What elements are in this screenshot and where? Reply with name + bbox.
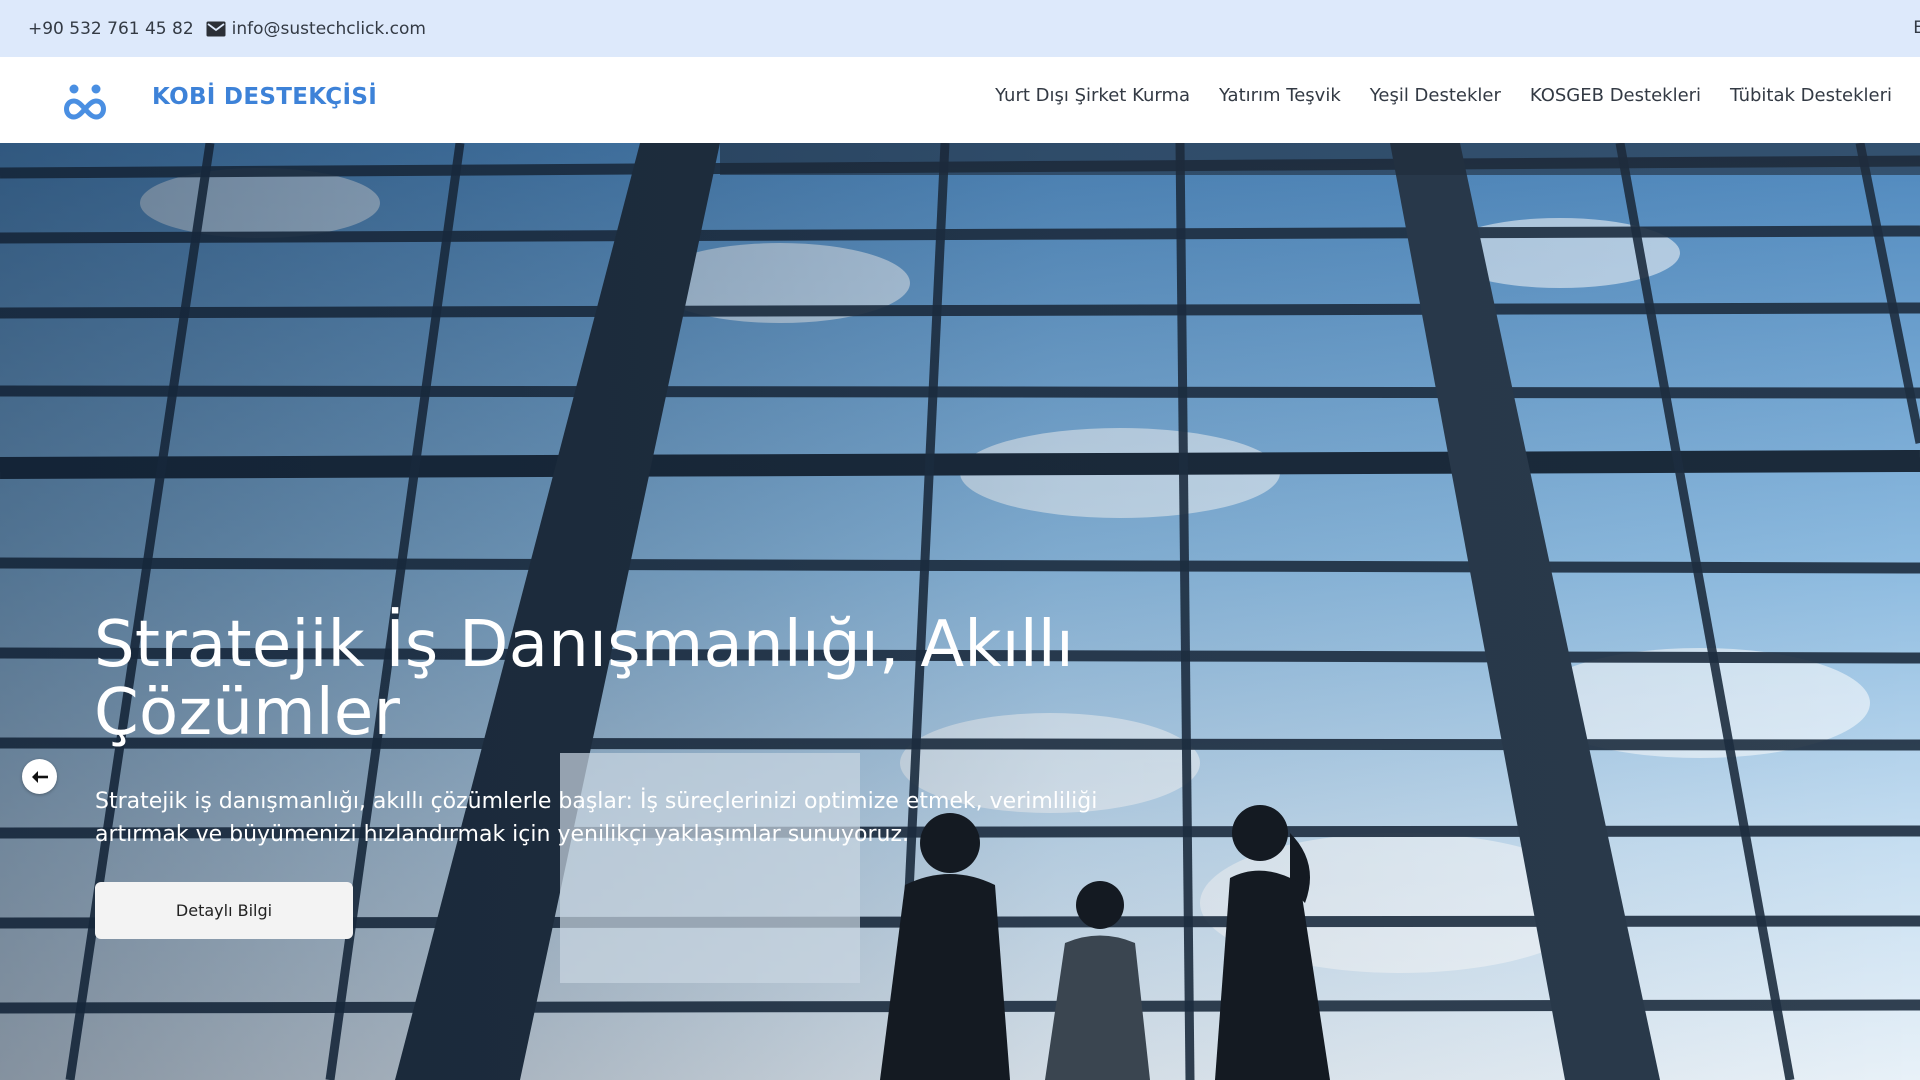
- nav-item-kosgeb-destekleri[interactable]: KOSGEB Destekleri: [1530, 85, 1701, 106]
- nav-item-yatirim-tesvik[interactable]: Yatırım Teşvik: [1219, 85, 1341, 106]
- mail-icon: [206, 21, 226, 37]
- top-info-bar: +90 532 761 45 82 info@sustechclick.com …: [0, 0, 1920, 57]
- nav-item-tubitak-destekleri[interactable]: Tübitak Destekleri: [1730, 85, 1892, 106]
- slider-prev-button[interactable]: [22, 759, 57, 794]
- phone-number[interactable]: +90 532 761 45 82: [28, 19, 194, 39]
- email-contact[interactable]: info@sustechclick.com: [206, 19, 426, 39]
- hero-title: Stratejik İş Danışmanlığı, Akıllı Çözüml…: [94, 608, 1075, 750]
- email-address[interactable]: info@sustechclick.com: [232, 19, 426, 39]
- site-header: KOBİ DESTEKÇİSİ Yurt Dışı Şirket Kurma Y…: [0, 57, 1920, 143]
- details-button[interactable]: Detaylı Bilgi: [95, 882, 353, 939]
- brand-name[interactable]: KOBİ DESTEKÇİSİ: [152, 84, 377, 110]
- nav-item-yurt-disi-sirket-kurma[interactable]: Yurt Dışı Şirket Kurma: [995, 85, 1190, 106]
- infinity-people-logo-icon[interactable]: [60, 79, 110, 123]
- topbar-cutoff-text: E: [1913, 18, 1920, 38]
- hero-description: Stratejik iş danışmanlığı, akıllı çözüml…: [95, 789, 1098, 847]
- arrow-left-icon: [31, 770, 48, 783]
- hero-slider: Stratejik İş Danışmanlığı, Akıllı Çözüml…: [0, 143, 1920, 1080]
- main-nav: Yurt Dışı Şirket Kurma Yatırım Teşvik Ye…: [966, 85, 1892, 106]
- nav-item-yesil-destekler[interactable]: Yeşil Destekler: [1370, 85, 1501, 106]
